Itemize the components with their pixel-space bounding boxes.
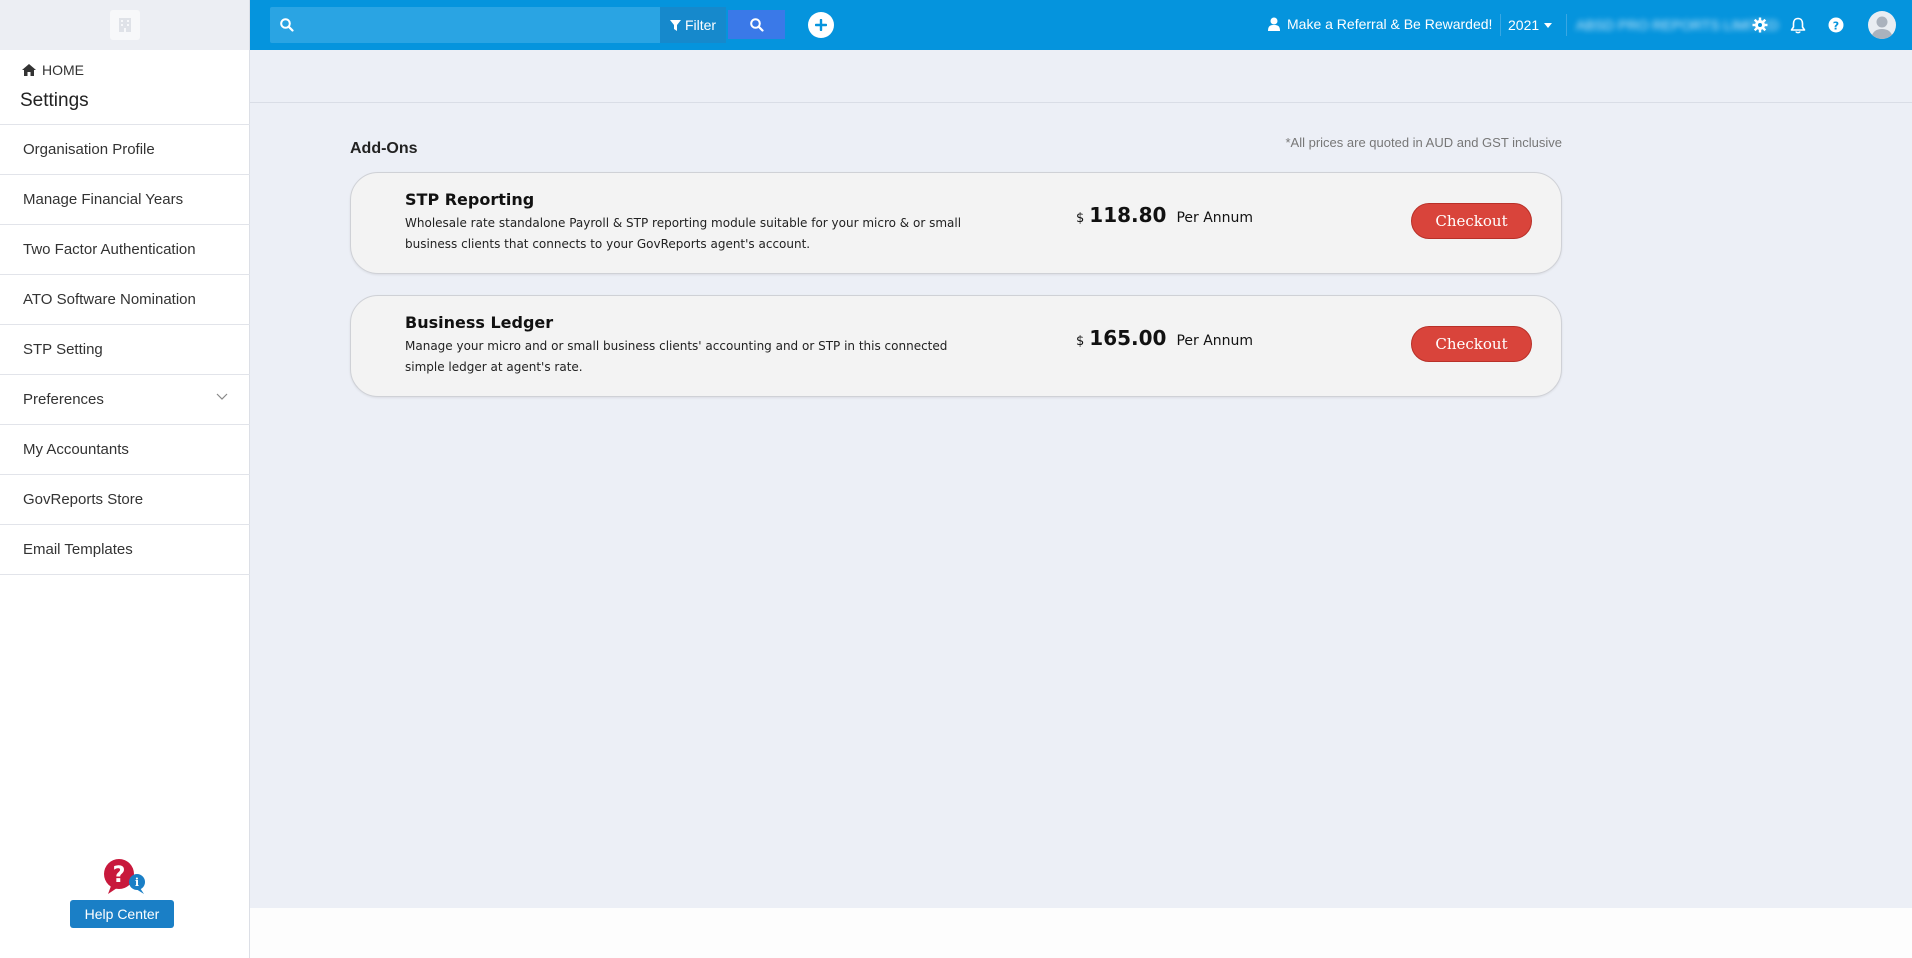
price-period: Per Annum bbox=[1176, 210, 1254, 226]
caret-down-icon bbox=[1544, 22, 1553, 28]
home-label: HOME bbox=[42, 62, 84, 78]
sidebar: HOME Settings Organisation Profile Manag… bbox=[0, 0, 250, 958]
logo-area bbox=[0, 0, 249, 50]
funnel-icon bbox=[669, 19, 681, 31]
user-icon bbox=[1268, 17, 1280, 31]
addon-card-stp-reporting: STP Reporting Wholesale rate standalone … bbox=[350, 172, 1562, 274]
building-icon bbox=[118, 18, 131, 32]
sidebar-item-two-factor-authentication[interactable]: Two Factor Authentication bbox=[0, 225, 250, 275]
price-amount: 165.00 bbox=[1089, 326, 1167, 350]
sub-header bbox=[250, 50, 1912, 103]
addon-price: $ 165.00 Per Annum bbox=[1076, 326, 1253, 350]
price-period: Per Annum bbox=[1176, 333, 1254, 349]
checkout-button[interactable]: Checkout bbox=[1411, 326, 1532, 362]
addon-description: Manage your micro and or small business … bbox=[405, 339, 948, 374]
add-button[interactable] bbox=[808, 12, 834, 38]
filter-button[interactable]: Filter bbox=[660, 7, 726, 43]
sidebar-item-govreports-store[interactable]: GovReports Store bbox=[0, 475, 250, 525]
sidebar-item-label: Email Templates bbox=[23, 541, 133, 558]
addons-title: Add-Ons bbox=[350, 140, 418, 157]
help-bubble-icon: ? i bbox=[104, 859, 145, 894]
divider bbox=[1500, 14, 1501, 36]
gear-icon[interactable] bbox=[1750, 15, 1770, 35]
chevron-down-icon bbox=[216, 393, 228, 400]
year-selector[interactable]: 2021 bbox=[1508, 17, 1553, 33]
referral-link[interactable]: Make a Referral & Be Rewarded! bbox=[1268, 16, 1492, 32]
help-center-button[interactable]: Help Center bbox=[70, 900, 174, 928]
help-icon[interactable]: ? bbox=[1826, 15, 1846, 35]
search-input[interactable] bbox=[270, 7, 663, 43]
sidebar-item-label: Manage Financial Years bbox=[23, 191, 184, 208]
svg-text:?: ? bbox=[113, 863, 126, 888]
sidebar-item-label: ATO Software Nomination bbox=[23, 291, 196, 308]
price-currency: $ bbox=[1076, 211, 1085, 226]
organisation-name[interactable]: ABSD PRO REPORTS LIMITED bbox=[1576, 17, 1779, 33]
avatar[interactable] bbox=[1868, 11, 1896, 39]
addon-price: $ 118.80 Per Annum bbox=[1076, 203, 1253, 227]
addon-description: Wholesale rate standalone Payroll & STP … bbox=[405, 216, 962, 251]
sidebar-item-stp-setting[interactable]: STP Setting bbox=[0, 325, 250, 375]
search-button[interactable] bbox=[728, 10, 785, 39]
addon-name: Business Ledger bbox=[405, 313, 554, 332]
sidebar-item-label: Two Factor Authentication bbox=[23, 241, 196, 258]
organisation-logo[interactable] bbox=[109, 10, 140, 40]
svg-text:?: ? bbox=[1833, 19, 1839, 32]
year-value: 2021 bbox=[1508, 17, 1540, 33]
sidebar-item-label: My Accountants bbox=[23, 441, 129, 458]
price-currency: $ bbox=[1076, 334, 1085, 349]
price-note: *All prices are quoted in AUD and GST in… bbox=[1285, 135, 1562, 150]
divider bbox=[1566, 14, 1567, 36]
user-avatar-icon bbox=[1871, 16, 1893, 39]
sidebar-item-email-templates[interactable]: Email Templates bbox=[0, 525, 250, 575]
sidebar-item-label: Organisation Profile bbox=[23, 141, 155, 158]
price-amount: 118.80 bbox=[1089, 203, 1167, 227]
sidebar-item-organisation-profile[interactable]: Organisation Profile bbox=[0, 125, 250, 175]
settings-menu: Organisation Profile Manage Financial Ye… bbox=[0, 124, 250, 575]
sidebar-item-label: Preferences bbox=[23, 391, 104, 408]
search-icon bbox=[749, 17, 764, 32]
main-content: Add-Ons *All prices are quoted in AUD an… bbox=[250, 50, 1912, 908]
bell-icon[interactable] bbox=[1788, 15, 1808, 35]
sidebar-item-manage-financial-years[interactable]: Manage Financial Years bbox=[0, 175, 250, 225]
filter-label: Filter bbox=[684, 17, 717, 33]
sidebar-item-ato-software-nomination[interactable]: ATO Software Nomination bbox=[0, 275, 250, 325]
footer bbox=[250, 908, 1912, 958]
addon-card-business-ledger: Business Ledger Manage your micro and or… bbox=[350, 295, 1562, 397]
sidebar-item-my-accountants[interactable]: My Accountants bbox=[0, 425, 250, 475]
top-navbar: Filter Make a Referral & Be Rewarded! 20… bbox=[250, 0, 1912, 50]
checkout-button[interactable]: Checkout bbox=[1411, 203, 1532, 239]
svg-text:i: i bbox=[135, 876, 139, 889]
referral-label: Make a Referral & Be Rewarded! bbox=[1287, 16, 1493, 32]
sidebar-item-label: STP Setting bbox=[23, 341, 103, 358]
sidebar-item-label: GovReports Store bbox=[23, 491, 144, 508]
page-title: Settings bbox=[20, 90, 89, 111]
sidebar-item-preferences[interactable]: Preferences bbox=[0, 375, 250, 425]
home-link[interactable]: HOME bbox=[22, 62, 84, 78]
help-center: ? i Help Center bbox=[70, 858, 176, 928]
addon-name: STP Reporting bbox=[405, 190, 535, 209]
search-icon bbox=[280, 18, 294, 32]
home-icon bbox=[22, 64, 36, 76]
plus-icon bbox=[815, 19, 827, 31]
